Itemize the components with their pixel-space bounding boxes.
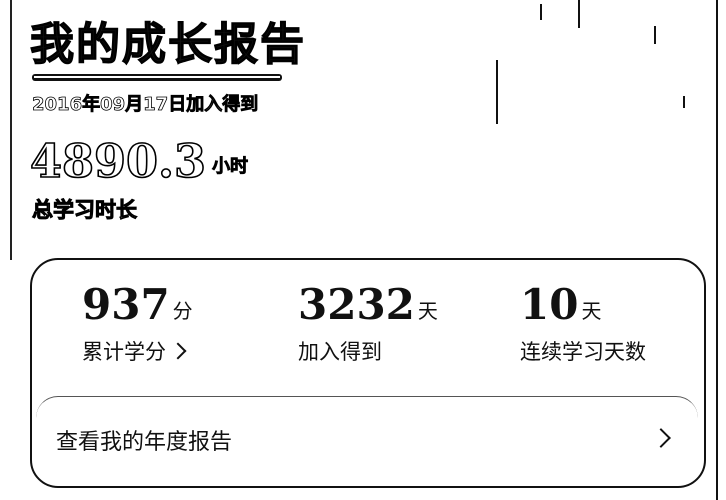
- total-hours: 4890.3 小时: [29, 134, 249, 188]
- stat-credits-value: 937: [82, 280, 170, 329]
- annual-report-link[interactable]: 查看我的年度报告: [36, 396, 698, 482]
- total-hours-label: 总学习时长: [32, 198, 138, 223]
- total-hours-unit: 小时: [212, 156, 249, 178]
- stats-card: 937 分 累计学分 3232 天 加入得到 10 天 连续学习天数 查看我的年…: [30, 258, 706, 488]
- title-underline: [32, 74, 282, 81]
- annual-report-label: 查看我的年度报告: [56, 430, 233, 455]
- growth-report-page: 我的成长报告 2016年09月17日加入得到 4890.3 小时 总学习时长 9…: [0, 0, 726, 500]
- stat-days-joined-value: 3232: [298, 280, 415, 329]
- total-hours-value: 4890.3: [29, 134, 207, 188]
- stat-credits-unit: 分: [172, 299, 193, 323]
- page-title: 我的成长报告: [29, 18, 306, 70]
- chevron-right-icon: [651, 428, 671, 448]
- stat-days-joined: 3232 天 加入得到: [298, 284, 438, 366]
- stat-days-joined-unit: 天: [417, 299, 438, 323]
- stat-days-joined-label: 加入得到: [298, 340, 382, 364]
- chevron-right-icon: [169, 342, 187, 360]
- stat-credits[interactable]: 937 分 累计学分: [82, 284, 193, 366]
- join-date: 2016年09月17日加入得到: [32, 94, 259, 116]
- left-edge-divider: [10, 0, 12, 260]
- stat-credits-label: 累计学分: [82, 340, 166, 364]
- stat-streak-label: 连续学习天数: [520, 340, 646, 364]
- stat-streak-unit: 天: [581, 299, 602, 323]
- stat-streak: 10 天 连续学习天数: [520, 284, 646, 366]
- stat-streak-value: 10: [520, 280, 579, 329]
